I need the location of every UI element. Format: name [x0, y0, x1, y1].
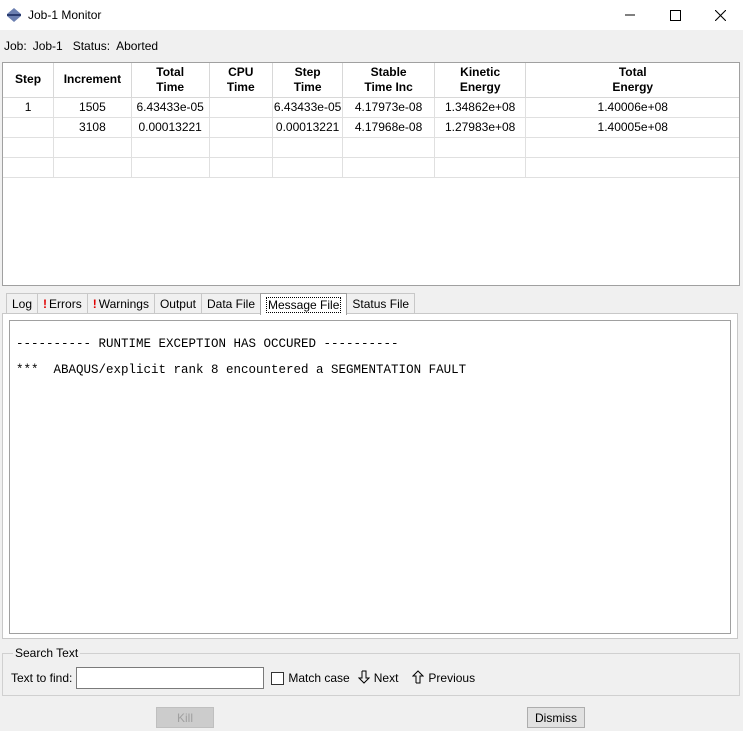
tab-errors[interactable]: ! Errors — [37, 293, 88, 314]
table-cell — [3, 137, 55, 158]
message-text-area[interactable]: ---------- RUNTIME EXCEPTION HAS OCCURED… — [9, 320, 731, 634]
table-cell — [209, 157, 273, 178]
previous-button[interactable]: Previous — [428, 671, 475, 685]
tab-warnings[interactable]: ! Warnings — [86, 293, 155, 314]
table-cell — [272, 137, 344, 158]
message-panel: ---------- RUNTIME EXCEPTION HAS OCCURED… — [2, 313, 738, 639]
arrow-up-icon[interactable] — [412, 669, 425, 687]
column-header-stable-time-inc: Stable Time Inc — [342, 63, 435, 98]
table-row: 1 1505 6.43433e-05 6.43433e-05 4.17973e-… — [3, 97, 739, 118]
match-case-label: Match case — [288, 671, 350, 685]
column-header-increment: Increment — [53, 63, 132, 98]
message-tabs: Log ! Errors ! Warnings Output Data File… — [6, 293, 416, 315]
table-cell — [131, 157, 210, 178]
kill-button[interactable]: Kill — [156, 707, 214, 728]
table-cell — [342, 137, 435, 158]
table-cell — [209, 117, 273, 138]
table-row: 3108 0.00013221 0.00013221 4.17968e-08 1… — [3, 117, 739, 138]
column-header-step: Step — [3, 63, 55, 98]
table-cell — [3, 157, 55, 178]
table-row — [3, 137, 739, 158]
table-cell — [525, 137, 739, 158]
message-line: *** ABAQUS/explicit rank 8 encountered a… — [16, 363, 467, 377]
tab-data-file[interactable]: Data File — [200, 293, 262, 314]
column-header-kinetic-energy: Kinetic Energy — [434, 63, 527, 98]
table-cell — [434, 157, 527, 178]
table-cell — [131, 137, 210, 158]
warning-exclamation-icon: ! — [43, 297, 48, 311]
table-cell — [53, 157, 132, 178]
table-cell: 3108 — [53, 117, 132, 138]
table-cell: 6.43433e-05 — [272, 97, 344, 118]
table-cell: 1505 — [53, 97, 132, 118]
tab-status-file[interactable]: Status File — [346, 293, 416, 314]
match-case-checkbox[interactable] — [271, 671, 285, 685]
table-cell: 1.34862e+08 — [434, 97, 527, 118]
table-cell: 4.17973e-08 — [342, 97, 435, 118]
window-title: Job-1 Monitor — [28, 8, 102, 22]
column-header-total-time: Total Time — [131, 63, 210, 98]
table-cell: 1.27983e+08 — [434, 117, 527, 138]
column-header-cpu-time: CPU Time — [209, 63, 273, 98]
job-status-line: Job: Job-1 Status: Aborted — [0, 36, 164, 56]
table-cell: 1.40006e+08 — [525, 97, 739, 118]
table-row — [3, 157, 739, 178]
column-header-total-energy: Total Energy — [525, 63, 739, 98]
tab-log[interactable]: Log — [6, 293, 39, 314]
search-text-group: Search Text Text to find: Match case Nex… — [2, 646, 740, 696]
table-cell — [434, 137, 527, 158]
arrow-down-icon[interactable] — [357, 670, 370, 687]
message-line: ---------- RUNTIME EXCEPTION HAS OCCURED… — [16, 337, 399, 351]
table-cell — [342, 157, 435, 178]
status-label: Status: — [72, 39, 111, 53]
table-cell: 1.40005e+08 — [525, 117, 739, 138]
table-header-row: Step Increment Total Time CPU Time Step Tim… — [3, 63, 739, 98]
table-cell: 4.17968e-08 — [342, 117, 435, 138]
tab-message-file[interactable]: Message File — [260, 293, 348, 315]
column-header-step-time: Step Time — [272, 63, 344, 98]
table-cell: 0.00013221 — [272, 117, 344, 138]
text-to-find-label: Text to find: — [11, 671, 73, 685]
table-cell — [3, 117, 55, 138]
app-logo-icon — [6, 7, 22, 23]
table-cell: 0.00013221 — [131, 117, 210, 138]
job-label: Job: — [4, 39, 27, 53]
table-cell — [53, 137, 132, 158]
table-cell: 1 — [3, 97, 55, 118]
table-cell — [272, 157, 344, 178]
table-cell — [209, 137, 273, 158]
next-button[interactable]: Next — [374, 671, 399, 685]
close-button[interactable] — [697, 0, 743, 30]
warning-exclamation-icon: ! — [92, 297, 97, 311]
dismiss-button[interactable]: Dismiss — [527, 707, 585, 728]
table-cell — [525, 157, 739, 178]
progress-table: Step Increment Total Time CPU Time Step Tim… — [2, 62, 740, 286]
search-group-legend: Search Text — [13, 646, 81, 660]
search-input[interactable] — [76, 667, 265, 689]
status-value: Aborted — [116, 39, 159, 53]
tab-output[interactable]: Output — [153, 293, 202, 314]
title-bar: Job-1 Monitor — [0, 0, 743, 30]
table-cell: 6.43433e-05 — [131, 97, 210, 118]
maximize-button[interactable] — [652, 0, 698, 30]
job-value: Job-1 — [32, 39, 63, 53]
minimize-button[interactable] — [607, 0, 653, 30]
table-cell — [209, 97, 273, 118]
